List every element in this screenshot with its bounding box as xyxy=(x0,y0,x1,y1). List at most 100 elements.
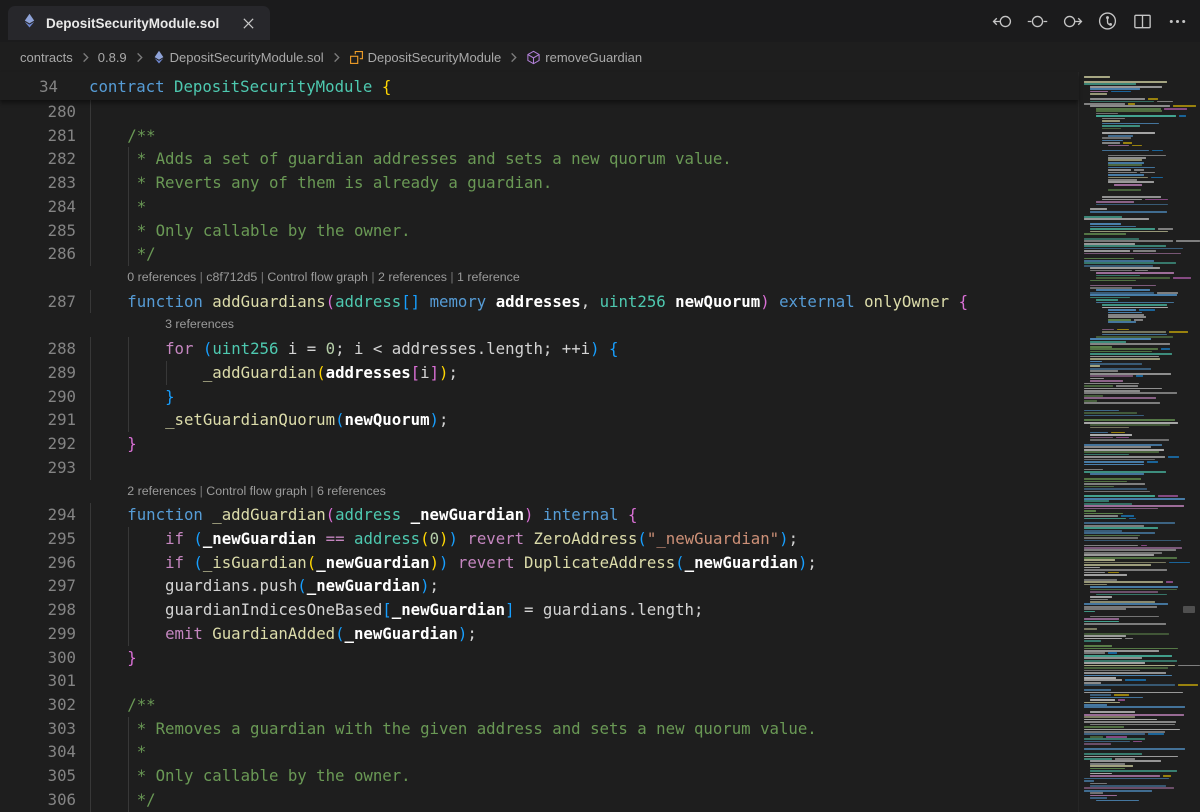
code-row: 299 emit GuardianAdded(_newGuardian); xyxy=(0,622,1078,646)
code-line[interactable]: * Removes a guardian with the given addr… xyxy=(76,717,1078,741)
line-number[interactable]: 297 xyxy=(0,574,76,598)
line-number[interactable]: 281 xyxy=(0,124,76,148)
codelens-link[interactable]: c8f712d5 xyxy=(206,270,257,284)
indent-guide xyxy=(90,195,91,219)
code-line[interactable]: function _addGuardian(address _newGuardi… xyxy=(76,503,1078,527)
line-number[interactable]: 300 xyxy=(0,646,76,670)
line-number[interactable]: 306 xyxy=(0,788,76,812)
line-number[interactable]: 304 xyxy=(0,740,76,764)
line-number[interactable]: 288 xyxy=(0,337,76,361)
line-number[interactable]: 289 xyxy=(0,361,76,385)
line-number[interactable]: 303 xyxy=(0,717,76,741)
code-editor[interactable]: 280281 /**282 * Adds a set of guardian a… xyxy=(0,100,1078,812)
close-tab-icon[interactable] xyxy=(238,13,258,33)
line-number[interactable]: 290 xyxy=(0,385,76,409)
line-number[interactable]: 305 xyxy=(0,764,76,788)
code-line[interactable]: } xyxy=(76,385,1078,409)
split-editor-icon[interactable] xyxy=(1132,11,1153,32)
line-number[interactable]: 291 xyxy=(0,408,76,432)
sticky-scroll-line[interactable]: 34 contract DepositSecurityModule { xyxy=(0,72,1078,100)
breadcrumb-label: 0.8.9 xyxy=(98,50,127,65)
breadcrumb-item-contracts[interactable]: contracts xyxy=(20,50,73,65)
indent-guide xyxy=(128,147,129,171)
code-line[interactable]: * Only callable by the owner. xyxy=(76,219,1078,243)
line-number[interactable]: 284 xyxy=(0,195,76,219)
code-line[interactable]: */ xyxy=(76,788,1078,812)
code-line[interactable]: /** xyxy=(76,693,1078,717)
code-line[interactable]: * Reverts any of them is already a guard… xyxy=(76,171,1078,195)
line-number[interactable]: 282 xyxy=(0,147,76,171)
sticky-code-line[interactable]: contract DepositSecurityModule { xyxy=(58,77,1078,96)
line-number[interactable]: 286 xyxy=(0,242,76,266)
breadcrumb-item-removeguardian[interactable]: removeGuardian xyxy=(526,50,642,65)
indent-guide xyxy=(90,598,91,622)
ethereum-symbol-icon xyxy=(152,50,166,64)
code-line[interactable] xyxy=(76,669,1078,693)
indent-guide xyxy=(128,527,129,551)
indent-guide xyxy=(90,385,91,409)
line-number[interactable]: 283 xyxy=(0,171,76,195)
code-line[interactable]: if (_isGuardian(_newGuardian)) revert Du… xyxy=(76,551,1078,575)
codelens-link[interactable]: 0 references xyxy=(127,270,196,284)
line-number[interactable]: 298 xyxy=(0,598,76,622)
indent-guide xyxy=(90,764,91,788)
breadcrumb-label: contracts xyxy=(20,50,73,65)
code-line[interactable]: } xyxy=(76,646,1078,670)
tab-depositsecuritymodule[interactable]: DepositSecurityModule.sol xyxy=(8,6,270,40)
code-row: 296 if (_isGuardian(_newGuardian)) rever… xyxy=(0,551,1078,575)
code-row: 281 /** xyxy=(0,124,1078,148)
line-number[interactable]: 301 xyxy=(0,669,76,693)
line-number[interactable]: 287 xyxy=(0,290,76,314)
indent-guide xyxy=(128,385,129,409)
back-navigation-icon[interactable] xyxy=(992,11,1013,32)
line-number[interactable]: 296 xyxy=(0,551,76,575)
codelens-link[interactable]: 3 references xyxy=(165,317,234,331)
line-number[interactable]: 302 xyxy=(0,693,76,717)
line-number[interactable]: 293 xyxy=(0,456,76,480)
code-line[interactable]: if (_newGuardian == address(0)) revert Z… xyxy=(76,527,1078,551)
control-flow-graph-icon[interactable] xyxy=(1097,11,1118,32)
breadcrumb-item-0-8-9[interactable]: 0.8.9 xyxy=(98,50,127,65)
codelens-link[interactable]: 2 references xyxy=(378,270,447,284)
forward-navigation-icon[interactable] xyxy=(1062,11,1083,32)
line-number[interactable]: 280 xyxy=(0,100,76,124)
indent-guide xyxy=(128,788,129,812)
code-line[interactable]: for (uint256 i = 0; i < addresses.length… xyxy=(76,337,1078,361)
line-number[interactable]: 285 xyxy=(0,219,76,243)
line-number[interactable]: 292 xyxy=(0,432,76,456)
code-line[interactable] xyxy=(76,100,1078,124)
more-actions-icon[interactable] xyxy=(1167,11,1188,32)
code-line[interactable]: guardians.push(_newGuardian); xyxy=(76,574,1078,598)
code-line[interactable]: * Only callable by the owner. xyxy=(76,764,1078,788)
sticky-line-number: 34 xyxy=(0,77,58,96)
breadcrumb-item-depositsecuritymodule[interactable]: DepositSecurityModule xyxy=(349,50,502,65)
code-line[interactable]: _addGuardian(addresses[i]); xyxy=(76,361,1078,385)
code-line[interactable] xyxy=(76,456,1078,480)
code-line[interactable]: * xyxy=(76,195,1078,219)
code-line[interactable]: * xyxy=(76,740,1078,764)
codelens-link[interactable]: Control flow graph xyxy=(206,484,307,498)
line-number[interactable]: 299 xyxy=(0,622,76,646)
codelens-link[interactable]: Control flow graph xyxy=(267,270,368,284)
codelens-link[interactable]: 2 references xyxy=(127,484,196,498)
code-line[interactable]: } xyxy=(76,432,1078,456)
line-number[interactable]: 295 xyxy=(0,527,76,551)
code-line[interactable]: * Adds a set of guardian addresses and s… xyxy=(76,147,1078,171)
code-row: 291 _setGuardianQuorum(newQuorum); xyxy=(0,408,1078,432)
code-line[interactable]: */ xyxy=(76,242,1078,266)
node-navigation-icon[interactable] xyxy=(1027,11,1048,32)
codelens-link[interactable]: 1 reference xyxy=(457,270,520,284)
code-line[interactable]: function addGuardians(address[] memory a… xyxy=(76,290,1078,314)
codelens-link[interactable]: 6 references xyxy=(317,484,386,498)
code-line[interactable]: /** xyxy=(76,124,1078,148)
minimap[interactable] xyxy=(1078,72,1200,812)
code-line[interactable]: _setGuardianQuorum(newQuorum); xyxy=(76,408,1078,432)
indent-guide xyxy=(90,669,91,693)
line-number[interactable]: 294 xyxy=(0,503,76,527)
indent-guide xyxy=(128,622,129,646)
code-line[interactable]: guardianIndicesOneBased[_newGuardian] = … xyxy=(76,598,1078,622)
code-line[interactable]: emit GuardianAdded(_newGuardian); xyxy=(76,622,1078,646)
breadcrumb-item-depositsecuritymodule-sol[interactable]: DepositSecurityModule.sol xyxy=(152,50,324,65)
minimap-content xyxy=(1079,76,1200,802)
ethereum-file-icon xyxy=(22,13,37,33)
